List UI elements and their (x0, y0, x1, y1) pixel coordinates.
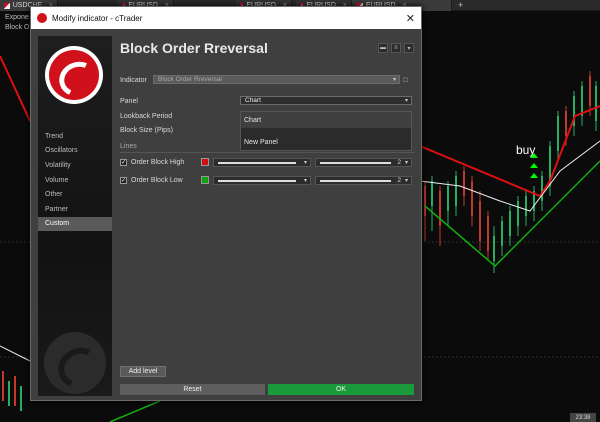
camera-icon[interactable]: ◘ (403, 75, 408, 84)
sidebar-item-volume[interactable]: Volume (38, 173, 112, 188)
indicator-select[interactable]: Block Order Rreversal ▾ (153, 75, 400, 84)
order-block-low-color[interactable] (201, 176, 209, 184)
lines-section-title: Lines (120, 143, 137, 150)
block-size-label: Block Size (Pips) (120, 127, 173, 134)
chevron-down-icon: ▾ (303, 178, 307, 184)
chevron-down-icon: ▾ (404, 98, 408, 104)
lookback-period-label: Lookback Period (120, 113, 173, 120)
option-chart[interactable]: Chart (241, 112, 411, 128)
indicator-label: Indicator (120, 77, 147, 84)
trash-icon[interactable]: ▾ (404, 43, 414, 53)
ctrader-logo (45, 46, 103, 104)
close-icon[interactable]: ✕ (406, 12, 415, 25)
sidebar-item-custom[interactable]: Custom (38, 216, 112, 232)
order-block-high-checkbox[interactable]: ✓ (120, 159, 127, 166)
option-new-panel[interactable]: New Panel (241, 134, 411, 150)
order-block-low-width-select[interactable]: 2 ▾ (315, 176, 412, 185)
save-template-icon[interactable]: ▬ (378, 43, 388, 53)
order-block-low-checkbox[interactable]: ✓ (120, 177, 127, 184)
order-block-high-color[interactable] (201, 158, 209, 166)
chevron-down-icon: ▾ (404, 178, 408, 184)
chevron-down-icon: ▾ (303, 160, 307, 166)
ctrader-logo-icon (37, 13, 47, 23)
ok-button[interactable]: OK (268, 384, 414, 395)
sidebar-item-volatility[interactable]: Volatility (38, 158, 112, 173)
reset-button[interactable]: Reset (120, 384, 265, 395)
ctrader-watermark-icon (44, 332, 106, 394)
modify-indicator-dialog: Modify indicator - cTrader ✕ Trend Oscil… (30, 6, 422, 401)
category-list: Trend Oscillators Volatility Volume Othe… (38, 129, 112, 232)
list-icon[interactable]: ≡ (391, 43, 401, 53)
buy-label: buy (516, 143, 536, 157)
sidebar-item-trend[interactable]: Trend (38, 129, 112, 144)
add-tab-icon[interactable]: + (458, 0, 463, 10)
sidebar-item-other[interactable]: Other (38, 187, 112, 202)
dialog-title: Modify indicator - cTrader (52, 13, 143, 23)
panel-dropdown: Chart New Panel (240, 111, 412, 151)
settings-panel: Block Order Rreversal ▬ ≡ ▾ Indicator Bl… (120, 36, 414, 377)
order-block-high-style-select[interactable]: ▾ (213, 158, 311, 167)
time-badge: 23:38 (570, 413, 596, 422)
chart-label: Block O (5, 24, 30, 31)
order-block-low-label: Order Block Low (131, 177, 183, 184)
category-sidebar: Trend Oscillators Volatility Volume Othe… (38, 36, 112, 396)
indicator-title: Block Order Rreversal (120, 40, 268, 56)
flag-icon (4, 2, 10, 9)
divider (120, 152, 414, 153)
panel-label: Panel (120, 98, 138, 105)
panel-select[interactable]: Chart ▾ (240, 96, 412, 105)
order-block-high-width-select[interactable]: 2 ▾ (315, 158, 412, 167)
chart-label: Expone (5, 14, 29, 21)
order-block-high-label: Order Block High (131, 159, 185, 166)
dialog-titlebar[interactable]: Modify indicator - cTrader ✕ (31, 7, 421, 29)
order-block-low-style-select[interactable]: ▾ (213, 176, 311, 185)
chevron-down-icon: ▾ (404, 160, 408, 166)
add-level-button[interactable]: Add level (120, 366, 166, 377)
chevron-down-icon: ▾ (392, 77, 396, 83)
sidebar-item-partner[interactable]: Partner (38, 202, 112, 217)
sidebar-item-oscillators[interactable]: Oscillators (38, 144, 112, 159)
